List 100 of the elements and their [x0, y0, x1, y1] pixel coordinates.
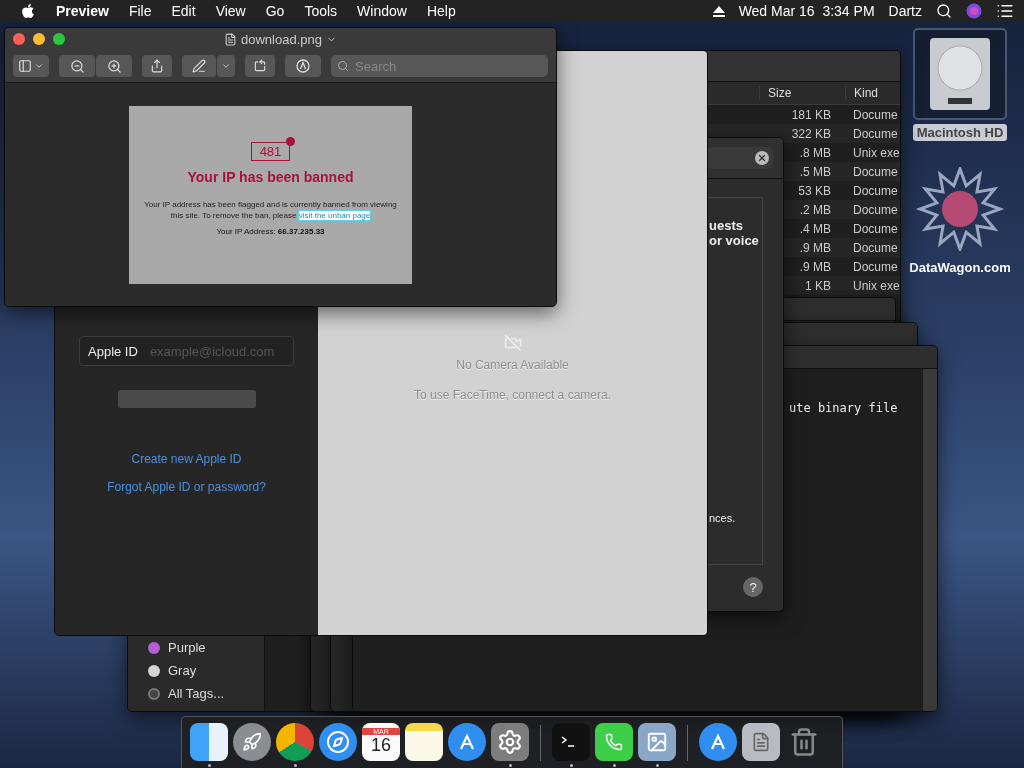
table-cell-text: .4 MB — [798, 221, 832, 236]
help-button[interactable]: ? — [743, 577, 763, 597]
notepad-icon[interactable] — [405, 723, 443, 761]
camera-hint: To use FaceTime, connect a camera. — [414, 388, 611, 402]
user-menu[interactable]: Dartz — [888, 3, 922, 19]
video-phone-icon[interactable] — [595, 723, 633, 761]
table-cell-text: 53 KB — [797, 183, 832, 198]
table-cell-text: Docume — [853, 202, 899, 217]
rotate-icon — [253, 59, 267, 73]
dialog-text: nces. — [709, 512, 737, 524]
eject-icon[interactable] — [712, 5, 725, 17]
share-icon — [150, 59, 164, 73]
circled-a-icon — [296, 59, 310, 73]
running-indicator — [569, 764, 573, 767]
tag-item[interactable]: Gray — [168, 663, 197, 678]
minimize-button[interactable] — [33, 33, 45, 45]
menu-item[interactable]: Edit — [171, 3, 196, 19]
zoom-out-button[interactable] — [59, 55, 95, 77]
apple-menu-icon[interactable] — [20, 3, 36, 19]
dialog-text: or voice — [709, 233, 760, 248]
app-menu[interactable]: Preview — [56, 3, 109, 19]
running-indicator — [508, 764, 512, 767]
table-cell-text: .5 MB — [798, 164, 832, 179]
zoom-in-icon — [106, 58, 122, 74]
zoom-button[interactable] — [53, 33, 65, 45]
tag-item[interactable]: Purple — [168, 640, 206, 655]
document-icon — [224, 32, 237, 46]
markup-button[interactable] — [285, 55, 321, 77]
table-cell: Unix exe — [853, 278, 900, 293]
menu-item[interactable]: Window — [357, 3, 407, 19]
rocket-icon[interactable] — [233, 723, 271, 761]
table-cell-text: Docume — [853, 240, 899, 255]
finder-icon[interactable] — [190, 723, 228, 761]
running-indicator — [293, 764, 297, 767]
search-icon[interactable] — [936, 3, 952, 19]
chevron-icon — [34, 61, 44, 71]
running-indicator — [207, 764, 211, 767]
menu-list-icon[interactable] — [996, 2, 1014, 20]
gear-icon[interactable] — [491, 723, 529, 761]
star-logo-icon — [915, 167, 1005, 251]
table-cell-text: 181 KB — [790, 107, 832, 122]
table-cell-text: Docume — [853, 221, 899, 236]
camera-title: No Camera Available — [456, 358, 569, 372]
menu-item[interactable]: Help — [426, 3, 456, 19]
markup-pen-button[interactable] — [182, 55, 216, 77]
menu-item[interactable]: View — [215, 3, 246, 19]
app-store-icon[interactable] — [699, 723, 737, 761]
table-cell: Unix exe — [853, 145, 900, 160]
menu-item[interactable]: File — [128, 3, 152, 19]
table-cell-text: .8 MB — [798, 145, 832, 160]
menu-item[interactable]: Go — [265, 3, 285, 19]
chevron-icon — [221, 61, 231, 71]
error-heading: Your IP has been banned — [187, 168, 354, 185]
search-icon — [337, 60, 349, 72]
table-cell-text: Docume — [853, 259, 899, 274]
camera-off-icon — [503, 334, 522, 352]
link[interactable]: Forgot Apple ID or password? — [107, 480, 266, 494]
table-cell-text: Docume — [853, 183, 899, 198]
rotate-button[interactable] — [245, 55, 275, 77]
zoom-out-icon — [69, 58, 85, 74]
error-message: Your IP address has been flagged and is currently banned from viewing this site. To remove the ban, please visit the unban page — [143, 198, 398, 221]
desktop-icon-label[interactable]: DataWagon.com — [905, 259, 1015, 276]
running-indicator — [612, 764, 616, 767]
ip-address-text: Your IP Address: 66.37.235.33 — [216, 226, 325, 236]
running-indicator — [655, 764, 659, 767]
window-title: download.png — [241, 31, 322, 47]
pen-icon — [192, 59, 206, 73]
desktop-icon-label[interactable]: Macintosh HD — [912, 124, 1008, 141]
table-cell-text: Docume — [853, 107, 899, 122]
calendar-day: 16 — [371, 735, 391, 756]
assistant-icon[interactable] — [966, 3, 982, 19]
search-field[interactable] — [707, 147, 773, 169]
zoom-in-button[interactable] — [96, 55, 132, 77]
table-cell-text: Docume — [853, 164, 899, 179]
sidebar-icon — [18, 59, 32, 73]
table-cell-text: Docume — [853, 126, 899, 141]
clock[interactable]: Wed Mar 16 3:34 PM — [738, 3, 875, 19]
field-label: Apple ID — [88, 343, 138, 359]
table-cell-text: 322 KB — [790, 126, 832, 141]
table-cell-text: 1 KB — [804, 278, 832, 293]
clear-button[interactable] — [755, 151, 769, 165]
app-store-icon[interactable] — [448, 723, 486, 761]
dialog-text: uests — [709, 218, 744, 233]
photo-viewer-icon[interactable] — [638, 723, 676, 761]
menu-item[interactable]: Tools — [304, 3, 338, 19]
table-cell-text: .9 MB — [798, 259, 832, 274]
browser-icon[interactable] — [276, 723, 314, 761]
column-heading[interactable]: Kind — [845, 86, 900, 100]
compass-icon[interactable] — [319, 723, 357, 761]
link[interactable]: Create new Apple ID — [131, 452, 242, 466]
share-button[interactable] — [142, 55, 172, 77]
tag-item[interactable]: All Tags... — [168, 686, 225, 701]
terminal-output: ute binary file — [789, 401, 898, 417]
close-button[interactable] — [13, 33, 25, 45]
link[interactable]: visit the unban page — [298, 210, 371, 220]
table-cell-text: .2 MB — [798, 202, 832, 217]
sidebar-button[interactable] — [13, 55, 49, 77]
column-heading[interactable]: Size — [759, 86, 845, 100]
terminal-icon[interactable] — [552, 723, 590, 761]
scroll-bar[interactable] — [923, 369, 937, 711]
